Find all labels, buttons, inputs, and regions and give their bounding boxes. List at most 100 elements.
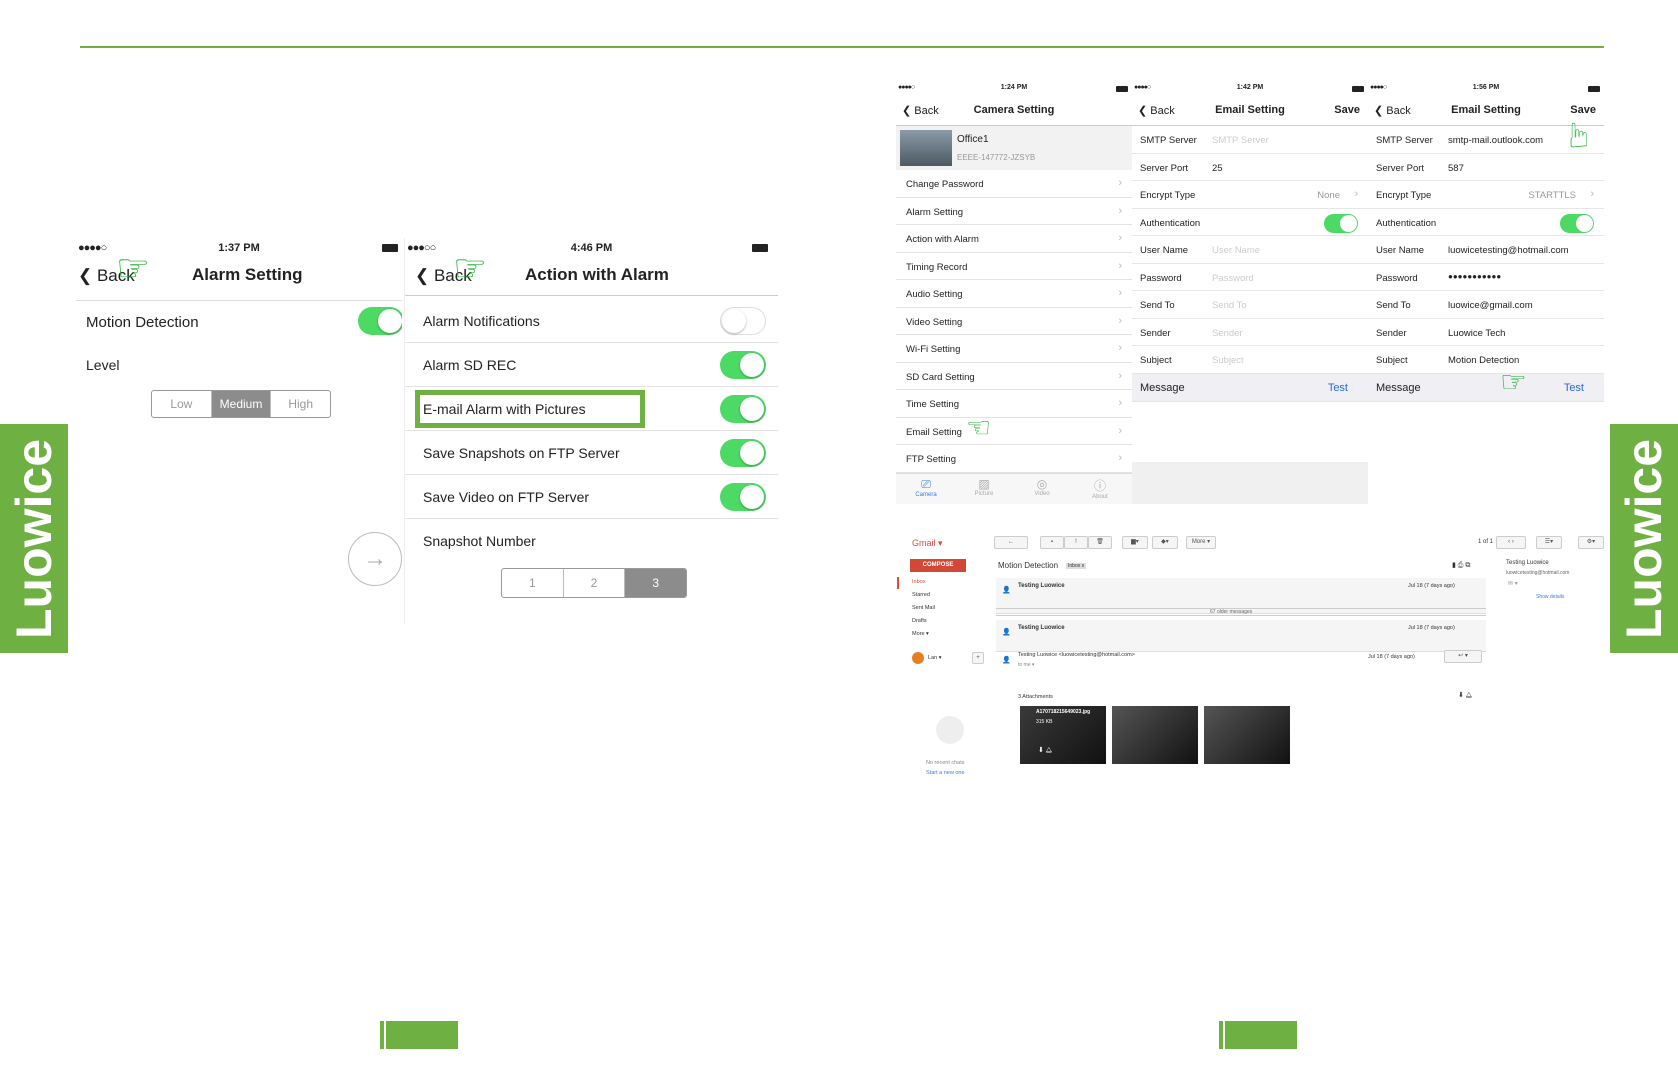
snapshot-option-1[interactable]: 1 — [502, 569, 563, 597]
inbox-tag[interactable]: Inbox x — [1066, 563, 1087, 569]
sender-row[interactable]: Sender Luowice Tech — [1368, 319, 1604, 346]
avatar[interactable] — [912, 652, 924, 664]
wifi-setting-item[interactable]: Wi-Fi Setting › — [896, 335, 1132, 363]
battery-icon — [382, 244, 398, 252]
authentication-toggle[interactable] — [1324, 213, 1358, 233]
level-high[interactable]: High — [270, 391, 330, 417]
tab-video[interactable]: ◎ Video — [1022, 477, 1062, 497]
settings-button[interactable]: ⚙▾ — [1578, 536, 1604, 549]
ftp-snapshots-toggle[interactable] — [720, 439, 766, 467]
save-button[interactable]: Save — [1570, 104, 1596, 116]
subject-row[interactable]: Subject Subject — [1132, 346, 1368, 374]
print-icon[interactable]: ▮ ⎙ ⧉ — [1452, 561, 1470, 570]
snapshot-option-2[interactable]: 2 — [562, 569, 625, 597]
sd-card-setting-item[interactable]: SD Card Setting › — [896, 363, 1132, 390]
password-row[interactable]: Password Password — [1132, 264, 1368, 291]
motion-detection-label: Motion Detection — [86, 314, 199, 331]
reply-button[interactable]: ↩ ▾ — [1444, 650, 1482, 663]
snapshot-option-3[interactable]: 3 — [624, 569, 686, 597]
open-to[interactable]: to me ▾ — [1018, 662, 1034, 668]
mail-icon[interactable]: ✉ ▾ — [1508, 580, 1518, 587]
smtp-server-row[interactable]: SMTP Server smtp-mail.outlook.com — [1368, 126, 1604, 154]
change-password-item[interactable]: Change Password › — [896, 170, 1132, 198]
sender-row[interactable]: Sender Sender — [1132, 319, 1368, 346]
test-button[interactable]: Test — [1564, 382, 1584, 394]
test-button[interactable]: Test — [1328, 382, 1348, 394]
authentication-toggle[interactable] — [1560, 213, 1594, 233]
timing-record-item[interactable]: Timing Record › — [896, 253, 1132, 280]
spam-button[interactable]: ! — [1064, 536, 1088, 549]
item-label: Wi-Fi Setting — [906, 344, 961, 355]
snapshot-selector[interactable]: 1 2 3 — [501, 568, 687, 598]
alarm-setting-item[interactable]: Alarm Setting › — [896, 198, 1132, 225]
send-to-row[interactable]: Send To Send To — [1132, 291, 1368, 319]
encrypt-type-row[interactable]: Encrypt Type None › — [1132, 181, 1368, 209]
row-label: Password — [1140, 272, 1182, 284]
start-chat-link[interactable]: Start a new one — [926, 770, 965, 776]
alarm-sd-rec-toggle[interactable] — [720, 351, 766, 379]
level-label: Level — [86, 357, 120, 373]
server-port-row[interactable]: Server Port 587 — [1368, 154, 1604, 181]
nav-starred[interactable]: Starred — [912, 592, 930, 598]
action-with-alarm-item[interactable]: Action with Alarm › — [896, 225, 1132, 253]
time-setting-item[interactable]: Time Setting › — [896, 390, 1132, 418]
nav-sent[interactable]: Sent Mail — [912, 605, 935, 611]
send-to-row[interactable]: Send To luowice@gmail.com — [1368, 291, 1604, 319]
level-medium[interactable]: Medium — [210, 391, 271, 417]
density-button[interactable]: ☰▾ — [1536, 536, 1562, 549]
server-port-row[interactable]: Server Port 25 — [1132, 154, 1368, 181]
archive-button[interactable]: ▪ — [1040, 536, 1064, 549]
level-selector[interactable]: Low Medium High — [151, 390, 331, 418]
row-label: SMTP Server — [1140, 135, 1197, 146]
pointing-hand-icon: ☞ — [453, 248, 488, 290]
user-name[interactable]: Lan ▾ — [928, 655, 941, 661]
smtp-server-row[interactable]: SMTP Server SMTP Server — [1132, 126, 1368, 154]
move-button[interactable]: ▆▾ — [1122, 536, 1148, 549]
more-button[interactable]: More ▾ — [1186, 536, 1216, 549]
email-alarm-toggle[interactable] — [720, 395, 766, 423]
password-row[interactable]: Password ●●●●●●●●●●● — [1368, 264, 1604, 291]
download-all-icon[interactable]: ⬇ ⧋ — [1458, 691, 1472, 700]
tab-about[interactable]: ⓘ About — [1080, 477, 1120, 500]
ftp-video-label: Save Video on FTP Server — [423, 489, 590, 505]
older-messages-bar[interactable]: 67 older messages — [996, 608, 1486, 616]
save-button[interactable]: Save — [1334, 104, 1360, 116]
motion-detection-toggle[interactable] — [358, 307, 402, 335]
camera-header[interactable]: Office1 EEEE-147772-JZSYB — [896, 126, 1132, 170]
ftp-setting-item[interactable]: FTP Setting › — [896, 445, 1132, 473]
nav-more[interactable]: More ▾ — [912, 631, 929, 637]
level-low[interactable]: Low — [152, 391, 211, 417]
nav-inbox[interactable]: Inbox — [912, 579, 925, 585]
compose-button[interactable]: COMPOSE — [910, 559, 966, 572]
user-name-row[interactable]: User Name User Name — [1132, 236, 1368, 264]
tab-picture[interactable]: ▨ Picture — [964, 477, 1004, 497]
audio-setting-item[interactable]: Audio Setting › — [896, 280, 1132, 308]
ftp-video-toggle[interactable] — [720, 483, 766, 511]
nav-drafts[interactable]: Drafts — [912, 618, 927, 624]
download-icon[interactable]: ⬇ ⧋ — [1038, 746, 1052, 755]
next-arrow-icon[interactable]: → — [348, 532, 402, 586]
thread-item[interactable]: 👤 Testing Luowice Jul 18 (7 days ago) — [996, 620, 1486, 652]
add-contact-button[interactable]: + — [972, 652, 984, 664]
authentication-row: Authentication — [1132, 209, 1368, 236]
battery-icon — [752, 244, 768, 252]
show-details-link[interactable]: Show details — [1536, 594, 1564, 600]
pager-arrows[interactable]: ‹ › — [1496, 536, 1526, 549]
user-name-row[interactable]: User Name luowicetesting@hotmail.com — [1368, 236, 1604, 264]
attachment-thumbnail[interactable] — [1204, 706, 1290, 764]
battery-icon — [1116, 86, 1128, 92]
labels-button[interactable]: ◆▾ — [1152, 536, 1178, 549]
alarm-notifications-toggle[interactable] — [720, 307, 766, 335]
attachment-thumbnail[interactable]: A170718215649023.jpg 315 KB ⬇ ⧋ — [1020, 706, 1106, 764]
delete-button[interactable]: 🗑 — [1088, 536, 1112, 549]
email-setting-item[interactable]: Email Setting › ☜ — [896, 413, 1132, 445]
tab-camera[interactable]: ⎚ Camera — [906, 477, 946, 498]
row-label: Subject — [1140, 355, 1172, 366]
video-setting-item[interactable]: Video Setting › — [896, 308, 1132, 335]
subject-row[interactable]: Subject Motion Detection — [1368, 346, 1604, 374]
back-arrow-button[interactable]: ← — [994, 536, 1028, 549]
encrypt-type-row[interactable]: Encrypt Type STARTTLS › — [1368, 181, 1604, 209]
nav-bar: ❮ Back Camera Setting — [896, 96, 1132, 126]
attachment-thumbnail[interactable] — [1112, 706, 1198, 764]
gmail-logo: Gmail ▾ — [912, 538, 943, 548]
